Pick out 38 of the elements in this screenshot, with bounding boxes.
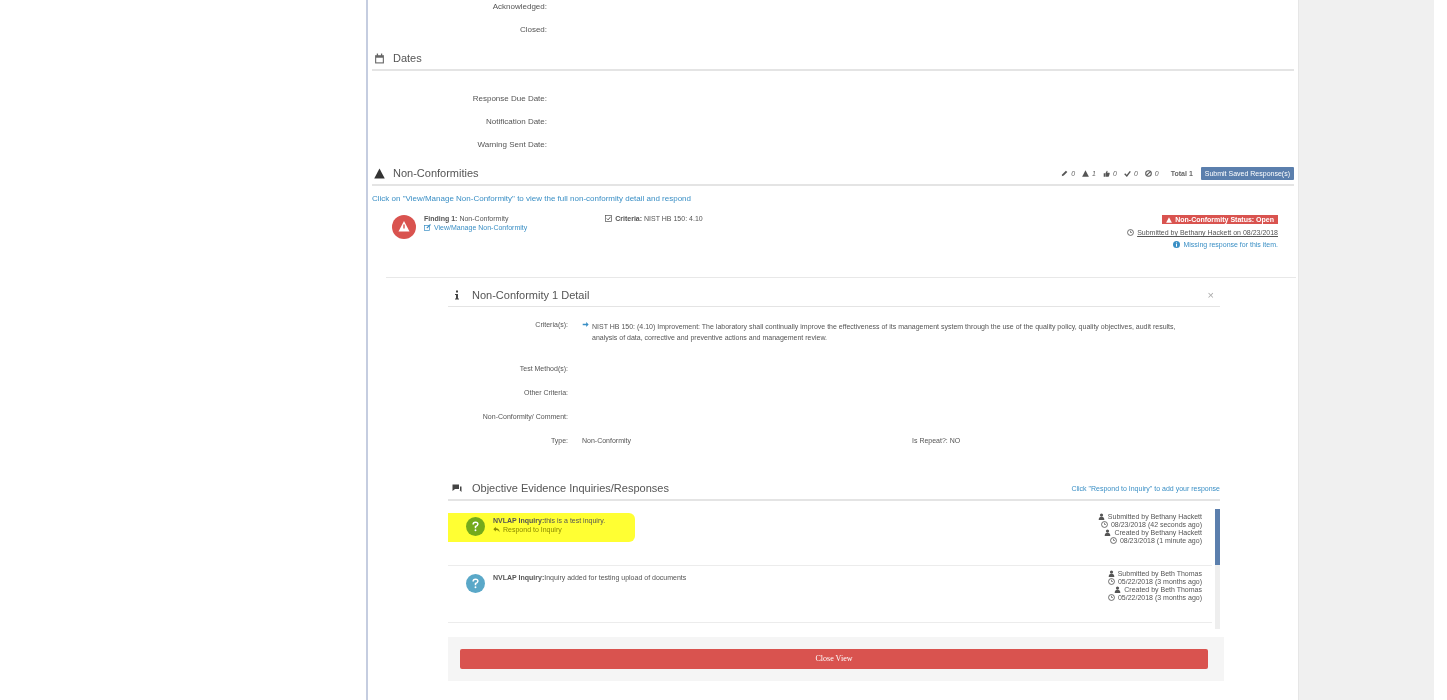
edit-icon [424,224,431,231]
clock-icon [1109,537,1117,544]
close-view-button[interactable]: Close View [460,648,1208,669]
clock-icon [1107,578,1115,585]
checkbox-icon [605,215,613,222]
clock-icon [1100,521,1108,528]
warning-icon [374,167,385,179]
field-label: Acknowledged: [491,2,547,11]
section-title: Dates [393,52,422,64]
instruction-text: Click on "View/Manage Non-Conformity" to view the full non-conformity detail and respond [372,194,693,203]
ban-icon [1144,169,1152,177]
thumbs-up-icon [1103,169,1110,177]
info-icon [452,290,462,300]
field-label: Closed: [518,25,547,34]
panel-title: Non-Conformity 1 Detail [472,289,590,301]
comments-icon [452,483,462,493]
user-icon [1097,513,1105,520]
pencil-icon [1061,169,1069,177]
user-icon [1107,570,1115,577]
check-icon [1123,169,1131,177]
reply-icon [493,526,500,533]
scrollbar[interactable] [1215,509,1220,629]
warning-icon [1082,169,1090,177]
info-icon [1173,241,1181,248]
clock-icon [1107,594,1115,601]
field-label: Notification Date: [485,117,547,126]
field-label: Warning Sent Date: [476,140,547,149]
close-button[interactable]: × [1201,289,1220,301]
user-icon [1114,586,1122,593]
clock-icon [1127,229,1135,236]
section-title: Non-Conformities [393,167,479,179]
calendar-icon [374,52,385,64]
warning-icon [1166,216,1173,223]
section-title: Objective Evidence Inquiries/Responses [472,482,669,494]
arrow-icon [582,321,589,328]
field-label: Response Due Date: [471,94,547,103]
warning-icon [392,215,416,239]
user-icon [1104,529,1112,536]
